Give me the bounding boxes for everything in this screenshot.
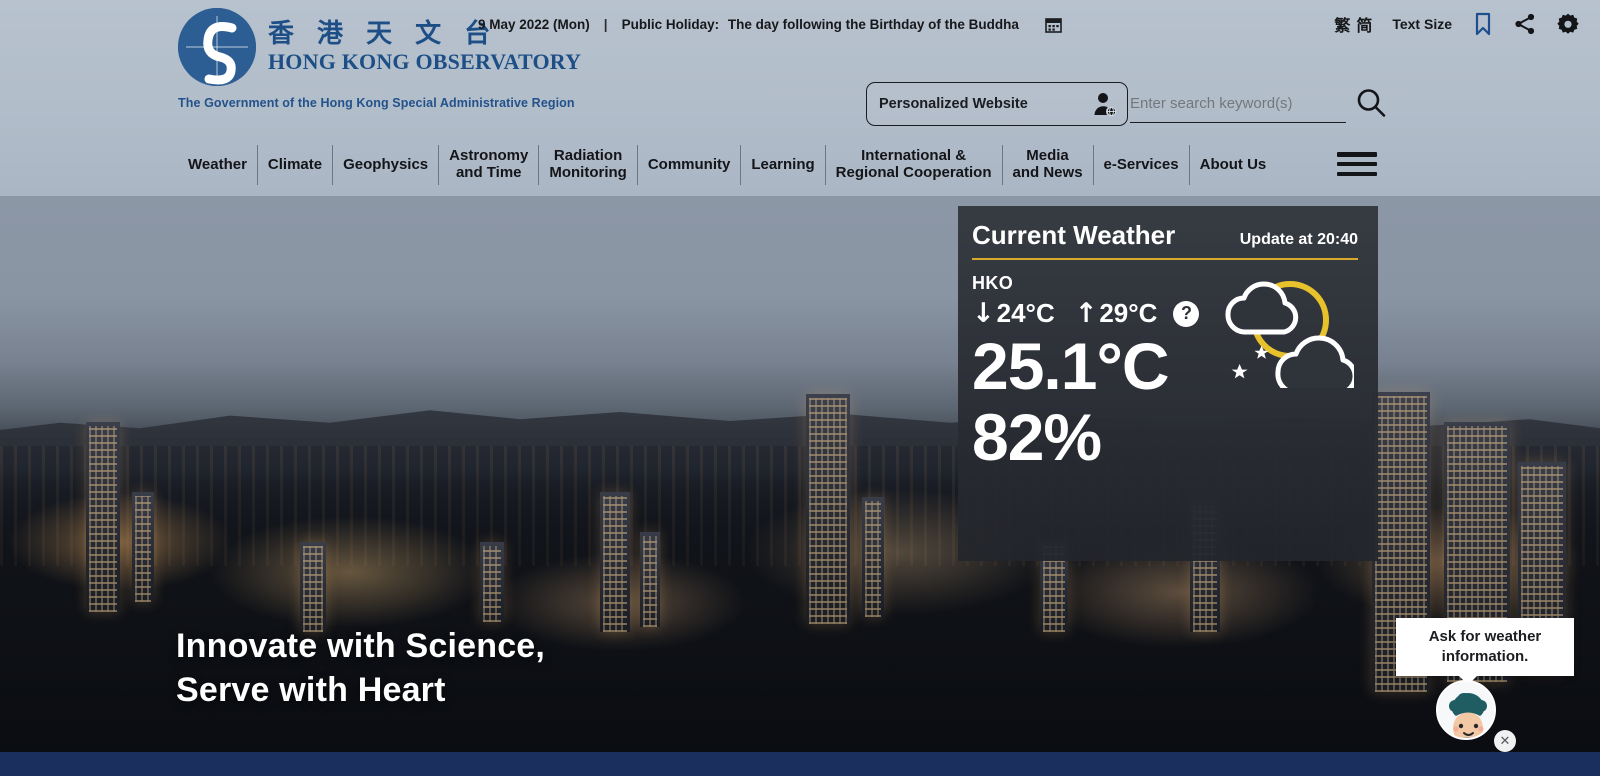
chatbot-avatar[interactable] (1436, 680, 1496, 740)
public-holiday-label: Public Holiday: (621, 16, 720, 32)
nav-item-learning[interactable]: Learning (741, 145, 826, 185)
calendar-icon[interactable] (1045, 16, 1062, 33)
hero-headline: Innovate with Science, Serve with Heart (176, 627, 546, 710)
nav-item-astronomy-and-time[interactable]: Astronomy and Time (439, 145, 540, 185)
max-temperature: 29°C (1099, 298, 1158, 328)
search-input[interactable] (1130, 85, 1346, 123)
language-simplified-chinese[interactable]: 简 (1356, 12, 1372, 36)
personalized-website-label: Personalized Website (879, 96, 1028, 112)
current-weather-panel[interactable]: Current Weather Update at 20:40 HKO ↓ 24… (958, 206, 1378, 561)
page-root: Innovate with Science, Serve with Heart … (0, 0, 1600, 776)
public-holiday-notice: Public Holiday: The day following the Bi… (622, 17, 1019, 32)
search-button[interactable] (1354, 86, 1388, 120)
main-navigation: Weather Climate Geophysics Astronomy and… (178, 144, 1276, 186)
share-icon[interactable] (1514, 12, 1536, 36)
nav-item-media-and-news[interactable]: Media and News (1003, 145, 1094, 185)
search-icon (1357, 89, 1386, 117)
personalized-website-button[interactable]: Personalized Website (866, 82, 1128, 126)
current-weather-update-time: Update at 20:40 (1239, 231, 1358, 248)
text-size-button[interactable]: Text Size (1392, 16, 1452, 32)
government-line: The Government of the Hong Kong Special … (178, 96, 575, 110)
bookmark-icon[interactable] (1472, 12, 1494, 36)
hamburger-menu-icon[interactable] (1337, 148, 1377, 180)
nav-item-weather[interactable]: Weather (178, 145, 258, 185)
current-weather-header: Current Weather Update at 20:40 (972, 220, 1358, 260)
logo-english-name: HONG KONG OBSERVATORY (268, 48, 582, 74)
question-mark-icon[interactable]: ? (1173, 300, 1200, 327)
utility-separator: | (603, 16, 608, 32)
min-temperature: 24°C (996, 298, 1055, 328)
public-holiday-name: The day following the Birthday of the Bu… (727, 16, 1019, 32)
min-temp-down-arrow-icon: ↓ (972, 298, 995, 329)
moon-behind-clouds-icon (1214, 268, 1358, 396)
user-globe-icon (1093, 91, 1118, 118)
gear-icon[interactable] (1556, 12, 1579, 36)
chatbot-tooltip: Ask for weather information. (1396, 618, 1574, 685)
language-traditional-chinese[interactable]: 繁 (1334, 12, 1350, 36)
nav-item-about-us[interactable]: About Us (1190, 145, 1277, 185)
current-weather-title: Current Weather (972, 220, 1176, 250)
search-row: Personalized Website (866, 82, 1386, 126)
nav-item-geophysics[interactable]: Geophysics (333, 145, 440, 185)
nav-item-international-cooperation[interactable]: International & Regional Cooperation (826, 145, 1003, 185)
chatbot-close-button[interactable]: ✕ (1494, 730, 1516, 752)
current-date: 9 May 2022 (Mon) (478, 16, 590, 32)
max-temp-up-arrow-icon: ↑ (1074, 298, 1098, 329)
current-humidity: 82% (972, 400, 1102, 475)
nav-item-radiation-monitoring[interactable]: Radiation Monitoring (539, 145, 638, 185)
nav-item-community[interactable]: Community (638, 145, 742, 185)
nav-item-climate[interactable]: Climate (258, 145, 334, 185)
site-header: 香 港 天 文 台 HONG KONG OBSERVATORY The Gove… (0, 0, 1600, 196)
footer-strip (0, 752, 1600, 776)
nav-item-e-services[interactable]: e-Services (1094, 145, 1190, 185)
hko-logo-icon (178, 8, 256, 86)
search-wrapper (1130, 82, 1386, 126)
utility-bar: 9 May 2022 (Mon) | Public Holiday: The d… (478, 10, 1600, 38)
